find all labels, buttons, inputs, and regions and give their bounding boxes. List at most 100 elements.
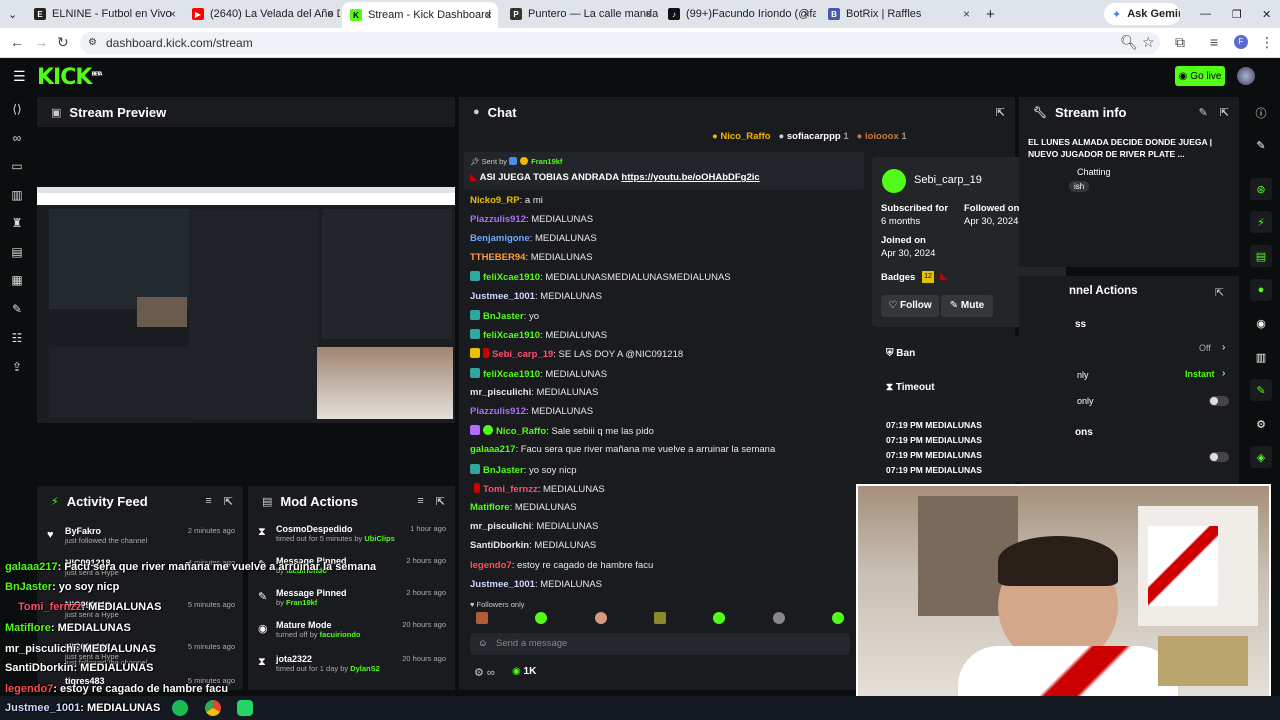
emote-icon[interactable] (772, 612, 785, 624)
overlay-chat-line: galaaa217: Facu sera que river mañana me… (5, 561, 377, 573)
filter-icon[interactable]: ≡ (417, 495, 423, 508)
trophy-icon[interactable]: ♜ (10, 216, 24, 230)
popout-icon[interactable]: ⇱ (1220, 106, 1229, 119)
pinned-message[interactable]: 📌︎ Sent by Fran19kf ◣ ASI JUEGA TOBIAS A… (464, 152, 864, 190)
tab-puntero[interactable]: P Puntero — La calle manda × (502, 3, 658, 25)
ask-gemini-button[interactable]: ✦Ask Gemini (1104, 3, 1180, 25)
reload-icon[interactable]: ↻ (57, 34, 69, 51)
hourglass-icon: ⧗ (258, 526, 266, 538)
tab-list-button[interactable]: ⌄ (0, 3, 26, 25)
more-menu-icon[interactable]: ⋮ (1260, 34, 1274, 51)
webcam-overlay (856, 484, 1271, 706)
link-icon[interactable]: ∞ (10, 131, 24, 145)
activity-icon: ⚡ (51, 495, 59, 508)
close-icon[interactable]: × (327, 7, 334, 21)
tab-elnine[interactable]: E ELNINE - Futbol en Vivo × (26, 3, 182, 25)
settings-icon[interactable]: ⚙ (1250, 413, 1272, 435)
wrench-icon[interactable]: ✎ (10, 302, 24, 316)
emote-icon[interactable] (713, 612, 726, 624)
mute-button[interactable]: ✎ Mute (941, 295, 993, 317)
edit-icon[interactable]: ✎ (1250, 134, 1272, 156)
river-badge-icon (474, 483, 480, 493)
lightning-icon[interactable]: ⚡ (1250, 211, 1272, 233)
whatsapp-icon[interactable] (237, 700, 253, 716)
filter-icon[interactable]: ≡ (205, 495, 211, 508)
video-icon[interactable]: ▤ (10, 245, 24, 259)
tab-tiktok[interactable]: ♪(99+)Facundo Iriondo (@facui× (660, 3, 816, 25)
bookmark-star-icon[interactable]: ☆ (1142, 34, 1155, 51)
channel-toggle[interactable] (1209, 452, 1229, 462)
new-tab-button[interactable]: + (978, 3, 998, 25)
chat-settings-icon[interactable]: ⚙ ∞ (474, 666, 495, 679)
site-info-icon[interactable]: ⚙ (88, 32, 97, 54)
user-avatar[interactable] (1237, 67, 1255, 85)
tab-youtube[interactable]: ▶(2640) La Velada del Año Desde× (184, 3, 340, 25)
tab-botrix[interactable]: B BotRix | Raffles × (820, 3, 976, 25)
channel-toggle[interactable] (1209, 396, 1229, 406)
stream-status-icon[interactable]: ◉ (1250, 312, 1272, 334)
kick-favicon-icon: K (350, 9, 362, 21)
close-icon[interactable]: × (485, 8, 492, 22)
chat-bubble-icon: ● (473, 106, 480, 118)
chat-icon[interactable]: ● (1250, 279, 1272, 301)
tools-icon[interactable]: ✎ (1250, 379, 1272, 401)
youtube-favicon-icon: ▶ (192, 8, 204, 20)
hamburger-menu-icon[interactable]: ☰ (13, 68, 26, 85)
follow-button[interactable]: ♡ Follow (881, 295, 939, 317)
back-arrow-icon[interactable]: ← (10, 34, 24, 50)
kick-logo[interactable]: KICKBETA (37, 65, 103, 90)
tab-kick-dashboard[interactable]: K Stream - Kick Dashboard × (342, 2, 498, 28)
activity-feed-header: ⚡ Activity Feed ≡ ⇱ (51, 493, 233, 509)
send-message-input[interactable]: ☺ Send a message (470, 633, 850, 655)
reading-list-icon[interactable]: ≡ (1210, 34, 1218, 50)
edit-icon[interactable]: ✎ (1199, 106, 1208, 119)
maximize-button[interactable]: ❐ (1224, 3, 1244, 25)
go-live-button[interactable]: ◉ Go live (1175, 66, 1225, 86)
plus-icon: + (986, 5, 995, 23)
minimize-button[interactable]: — (1192, 3, 1212, 25)
chevron-right-icon[interactable]: › (1222, 342, 1225, 353)
popout-icon[interactable]: ⇱ (436, 495, 445, 508)
chart-icon[interactable]: ▦ (10, 273, 24, 287)
url-field[interactable]: ⚙ dashboard.kick.com/stream (80, 32, 1160, 54)
emoji-icon[interactable]: ☺ (478, 633, 488, 655)
profile-avatar-icon[interactable]: F (1234, 35, 1248, 49)
close-icon[interactable]: × (169, 7, 176, 21)
close-icon[interactable]: × (645, 7, 652, 21)
subscriber-badge-icon (470, 348, 480, 358)
close-icon[interactable]: × (963, 7, 970, 21)
chrome-icon[interactable] (205, 700, 221, 716)
extensions-icon[interactable]: ⧉ (1175, 34, 1185, 51)
popout-icon[interactable]: ⇱ (224, 495, 233, 508)
popout-icon[interactable]: ⇱ (996, 106, 1005, 119)
window-close-button[interactable]: ✕ (1254, 3, 1274, 25)
popout-icon[interactable]: ⇱ (1215, 286, 1224, 299)
emote-icon[interactable] (831, 612, 844, 624)
viewers-count: ◉ 1K (512, 666, 537, 677)
emote-icon[interactable] (594, 612, 607, 624)
os-taskbar (0, 696, 1280, 720)
forward-arrow-icon[interactable]: → (34, 34, 48, 50)
tag-icon[interactable]: ◈ (1250, 446, 1272, 468)
chat-message: BnJaster: yo (470, 310, 539, 322)
emote-icon[interactable] (476, 612, 488, 624)
raid-icon[interactable]: ⊛ (1250, 178, 1272, 200)
zoom-icon[interactable]: 🔍︎ (1120, 34, 1138, 51)
emote-icon[interactable] (653, 612, 666, 624)
window-icon[interactable]: ▭ (10, 159, 24, 173)
chevron-right-icon[interactable]: › (1222, 368, 1225, 379)
close-icon[interactable]: × (803, 7, 810, 21)
analytics-icon[interactable]: ▥ (10, 188, 24, 202)
stream-preview-video[interactable] (37, 187, 455, 423)
layout-icon[interactable]: ▥ (1250, 346, 1272, 368)
notes-icon[interactable]: ▤ (1250, 245, 1272, 267)
emote-icon[interactable] (535, 612, 548, 624)
chat-message: legendo7: estoy re cagado de hambre facu (470, 560, 654, 571)
stream-icon[interactable]: ⟨⟩ (10, 102, 24, 116)
upload-icon[interactable]: ⇪ (10, 360, 24, 374)
info-icon[interactable]: ⓘ (1250, 102, 1272, 124)
subscriber-badge-icon (470, 329, 480, 339)
users-icon[interactable]: ☷ (10, 331, 24, 345)
user-card-username[interactable]: Sebi_carp_19 (914, 174, 982, 186)
spotify-icon[interactable] (172, 700, 188, 716)
